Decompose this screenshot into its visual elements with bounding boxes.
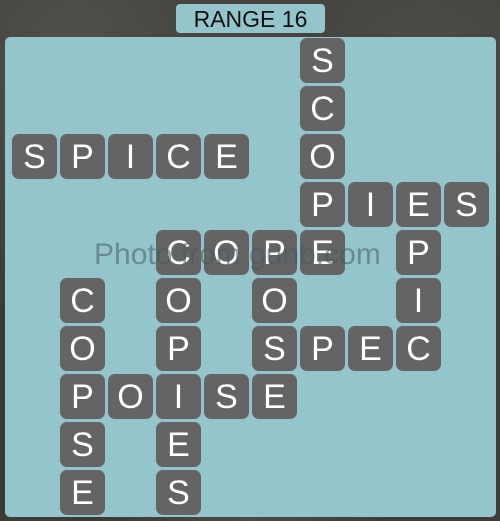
- letter-tile: P: [300, 326, 345, 371]
- letter-tile: S: [252, 326, 297, 371]
- letter-tile: I: [348, 182, 393, 227]
- letter-tile: O: [60, 326, 105, 371]
- letter-tile: P: [60, 374, 105, 419]
- letter-tile: I: [156, 374, 201, 419]
- letter-tile: E: [348, 326, 393, 371]
- level-title: RANGE 16: [176, 4, 325, 33]
- letter-tile: E: [252, 374, 297, 419]
- letter-tile: C: [396, 326, 441, 371]
- letter-tile: P: [300, 182, 345, 227]
- letter-tile: S: [444, 182, 489, 227]
- letter-tile: E: [60, 470, 105, 515]
- letter-tile: P: [156, 326, 201, 371]
- puzzle-board: SCOPESPICEIESCOPPICCOPSEOPIESOSEPEOS: [5, 37, 496, 517]
- letter-tile: C: [300, 86, 345, 131]
- letter-tile: C: [60, 278, 105, 323]
- letter-tile: C: [156, 134, 201, 179]
- letter-tile: S: [204, 374, 249, 419]
- letter-tile: S: [12, 134, 57, 179]
- letter-tile: C: [156, 230, 201, 275]
- letter-tile: E: [156, 422, 201, 467]
- letter-tile: S: [300, 38, 345, 83]
- letter-tile: O: [156, 278, 201, 323]
- letter-tile: E: [300, 230, 345, 275]
- letter-tile: O: [108, 374, 153, 419]
- letter-tile: O: [252, 278, 297, 323]
- letter-tile: E: [204, 134, 249, 179]
- letter-tile: P: [60, 134, 105, 179]
- letter-tile: O: [300, 134, 345, 179]
- letter-tile: S: [156, 470, 201, 515]
- letter-tile: P: [396, 230, 441, 275]
- letter-tile: O: [204, 230, 249, 275]
- letter-tile: S: [60, 422, 105, 467]
- letter-tile: E: [396, 182, 441, 227]
- letter-tile: P: [252, 230, 297, 275]
- letter-tile: I: [396, 278, 441, 323]
- letter-tile: I: [108, 134, 153, 179]
